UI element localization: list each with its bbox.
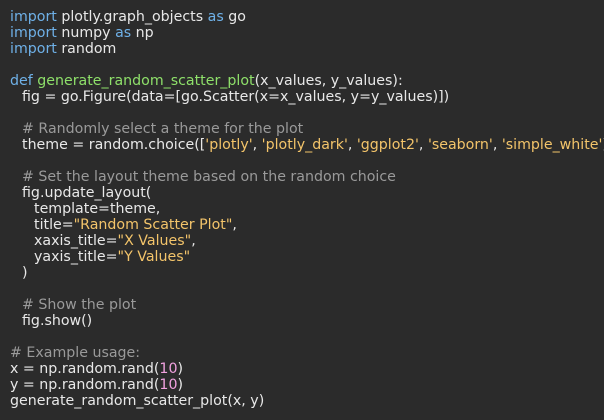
code-token: = [359, 89, 371, 105]
code-token: = [61, 217, 74, 233]
code-token: # Example usage: [10, 345, 141, 361]
code-editor[interactable]: import plotly.graph_objects as go import … [0, 0, 604, 420]
code-token: as [207, 9, 224, 25]
code-line[interactable]: generate_random_scatter_plot(x, y) [10, 393, 604, 409]
code-token: = [44, 89, 57, 105]
code-token: np [131, 25, 154, 41]
code-token: (x_values, y_values): [254, 73, 403, 89]
code-token: 10 [159, 361, 178, 377]
code-token: # Randomly select a theme for the plot [22, 121, 304, 137]
code-line[interactable]: yaxis_title="Y Values" [10, 249, 604, 265]
code-token: = [22, 377, 35, 393]
code-line[interactable]: xaxis_title="X Values", [10, 233, 604, 249]
code-token: theme [22, 137, 73, 153]
code-token: 'plotly' [205, 137, 253, 153]
code-token: , [252, 137, 262, 153]
code-line[interactable] [10, 281, 604, 297]
code-token: = [105, 233, 118, 249]
code-line[interactable]: # Randomly select a theme for the plot [10, 121, 604, 137]
code-token: np.random.rand( [34, 361, 160, 377]
code-token: y [10, 377, 23, 393]
code-token: , [418, 137, 428, 153]
code-token: go.Figure(data [56, 89, 164, 105]
code-token: ) [177, 377, 184, 393]
code-token: = [22, 361, 35, 377]
code-line[interactable]: # Example usage: [10, 345, 604, 361]
code-token: "Random Scatter Plot" [73, 217, 233, 233]
code-token: = [105, 249, 118, 265]
code-token: "X Values" [117, 233, 192, 249]
code-token: def [10, 73, 33, 89]
code-token: generate_random_scatter_plot [37, 73, 255, 89]
code-token: = [72, 137, 85, 153]
code-line[interactable]: # Show the plot [10, 297, 604, 313]
code-token: fig [22, 89, 45, 105]
code-token: , [492, 137, 502, 153]
code-token: random.choice([ [84, 137, 206, 153]
code-line[interactable]: theme = random.choice(['plotly', 'plotly… [10, 137, 604, 153]
code-line[interactable]: y = np.random.rand(10) [10, 377, 604, 393]
code-token: import [10, 41, 57, 57]
code-token: = [163, 89, 176, 105]
code-token: 10 [159, 377, 178, 393]
code-line[interactable]: fig = go.Figure(data=[go.Scatter(x=x_val… [10, 89, 604, 105]
code-token: , [191, 233, 196, 249]
code-token: ) [22, 265, 28, 281]
code-line[interactable] [10, 105, 604, 121]
code-token: 'ggplot2' [356, 137, 419, 153]
code-token: plotly.graph_objects [56, 9, 208, 25]
code-line[interactable]: import numpy as np [10, 25, 604, 41]
code-line[interactable]: template=theme, [10, 201, 604, 217]
code-token: # Set the layout theme based on the rand… [22, 169, 396, 185]
code-token: 'seaborn' [427, 137, 493, 153]
code-line[interactable]: import random [10, 41, 604, 57]
code-token: [go.Scatter(x [175, 89, 269, 105]
code-token: random [56, 41, 117, 57]
code-token: import [10, 25, 57, 41]
code-line[interactable]: fig.update_layout( [10, 185, 604, 201]
code-token: "Y Values" [117, 249, 191, 265]
code-token: xaxis_title [34, 233, 106, 249]
code-token: fig.update_layout( [22, 185, 152, 201]
code-token: title [34, 217, 62, 233]
code-token: 'plotly_dark' [261, 137, 348, 153]
code-line[interactable] [10, 329, 604, 345]
code-token: , [232, 217, 237, 233]
code-token: # Show the plot [22, 297, 137, 313]
code-line[interactable]: import plotly.graph_objects as go [10, 9, 604, 25]
code-line[interactable]: # Set the layout theme based on the rand… [10, 169, 604, 185]
code-line[interactable] [10, 57, 604, 73]
code-token: go [223, 9, 246, 25]
code-token: yaxis_title [34, 249, 106, 265]
code-line[interactable]: def generate_random_scatter_plot(x_value… [10, 73, 604, 89]
code-token: x [10, 361, 23, 377]
code-token: generate_random_scatter_plot(x, y) [10, 393, 265, 409]
code-token: 'simple_white' [501, 137, 603, 153]
code-token: numpy [56, 25, 116, 41]
code-token: theme, [109, 201, 161, 217]
code-line[interactable] [10, 153, 604, 169]
code-token: , [347, 137, 357, 153]
code-line[interactable]: ) [10, 265, 604, 281]
code-token: y_values)]) [370, 89, 450, 105]
code-token: as [115, 25, 132, 41]
code-token: import [10, 9, 57, 25]
code-line[interactable]: x = np.random.rand(10) [10, 361, 604, 377]
code-token: template [34, 201, 99, 217]
code-token: np.random.rand( [34, 377, 160, 393]
code-token: x_values, y [280, 89, 360, 105]
code-line[interactable]: title="Random Scatter Plot", [10, 217, 604, 233]
code-token: fig.show() [22, 313, 93, 329]
code-token: ) [177, 361, 184, 377]
code-line[interactable]: fig.show() [10, 313, 604, 329]
code-token: = [98, 201, 110, 217]
code-token: = [268, 89, 280, 105]
